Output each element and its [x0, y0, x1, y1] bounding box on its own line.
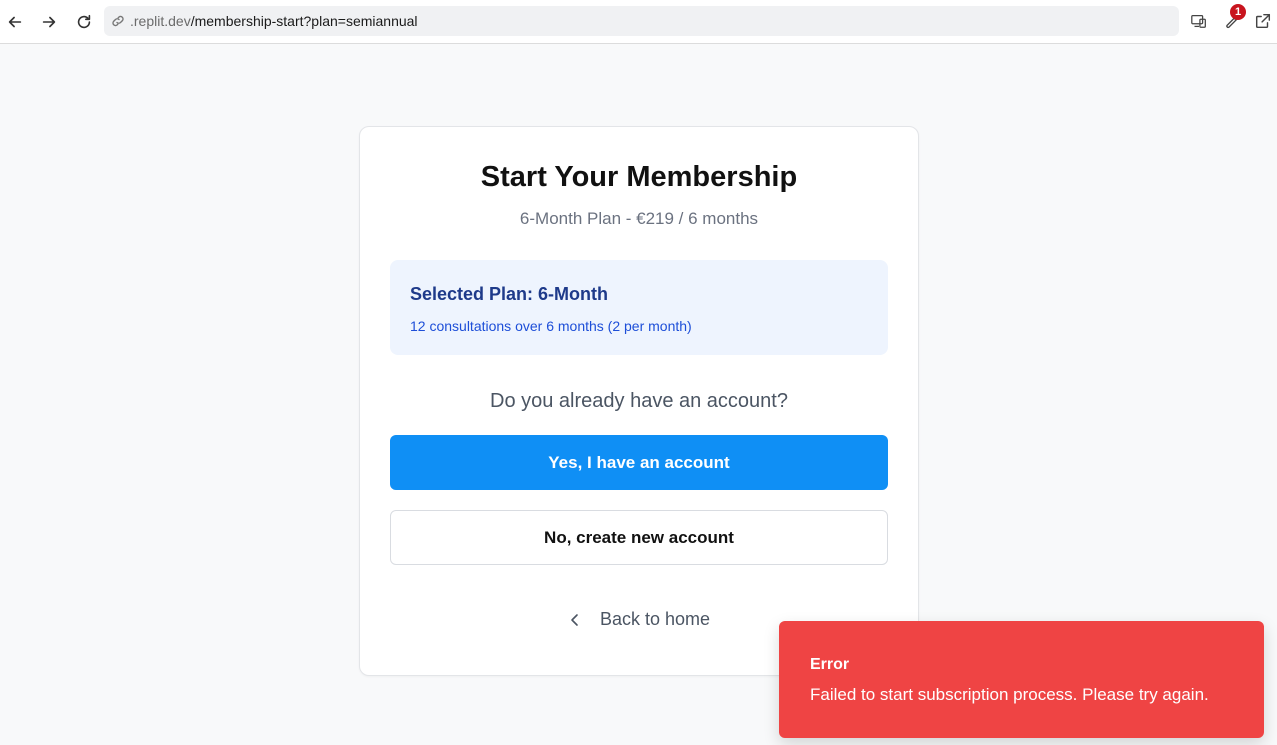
have-account-button[interactable]: Yes, I have an account — [390, 435, 888, 490]
membership-card: Start Your Membership 6-Month Plan - €21… — [359, 126, 919, 676]
url-path: /membership-start?plan=semiannual — [190, 13, 418, 29]
selected-plan-description: 12 consultations over 6 months (2 per mo… — [410, 318, 692, 334]
account-question: Do you already have an account? — [490, 390, 788, 412]
reload-icon[interactable] — [70, 8, 98, 36]
back-arrow-icon[interactable] — [1, 8, 29, 36]
external-link-icon[interactable] — [1251, 9, 1275, 33]
create-account-button[interactable]: No, create new account — [390, 510, 888, 565]
toast-message: Failed to start subscription process. Pl… — [810, 685, 1209, 704]
forward-arrow-icon[interactable] — [35, 8, 63, 36]
toast-title: Error — [810, 656, 850, 673]
plan-subtitle: 6-Month Plan - €219 / 6 months — [519, 209, 759, 228]
extensions-badge: 1 — [1230, 4, 1246, 20]
address-bar[interactable]: .replit.dev/membership-start?plan=semian… — [104, 6, 1179, 36]
page-title: Start Your Membership — [480, 161, 798, 193]
browser-toolbar: .replit.dev/membership-start?plan=semian… — [0, 0, 1277, 44]
error-toast[interactable]: Error Failed to start subscription proce… — [779, 621, 1264, 738]
url-domain: .replit.dev — [130, 13, 191, 29]
chevron-left-icon — [568, 613, 582, 627]
selected-plan-box: Selected Plan: 6-Month 12 consultations … — [390, 260, 888, 355]
selected-plan-title: Selected Plan: 6-Month — [410, 284, 609, 304]
link-icon — [110, 13, 126, 29]
url-text: .replit.dev/membership-start?plan=semian… — [130, 13, 418, 29]
devices-icon[interactable] — [1187, 9, 1211, 33]
back-to-home-label: Back to home — [599, 609, 711, 629]
